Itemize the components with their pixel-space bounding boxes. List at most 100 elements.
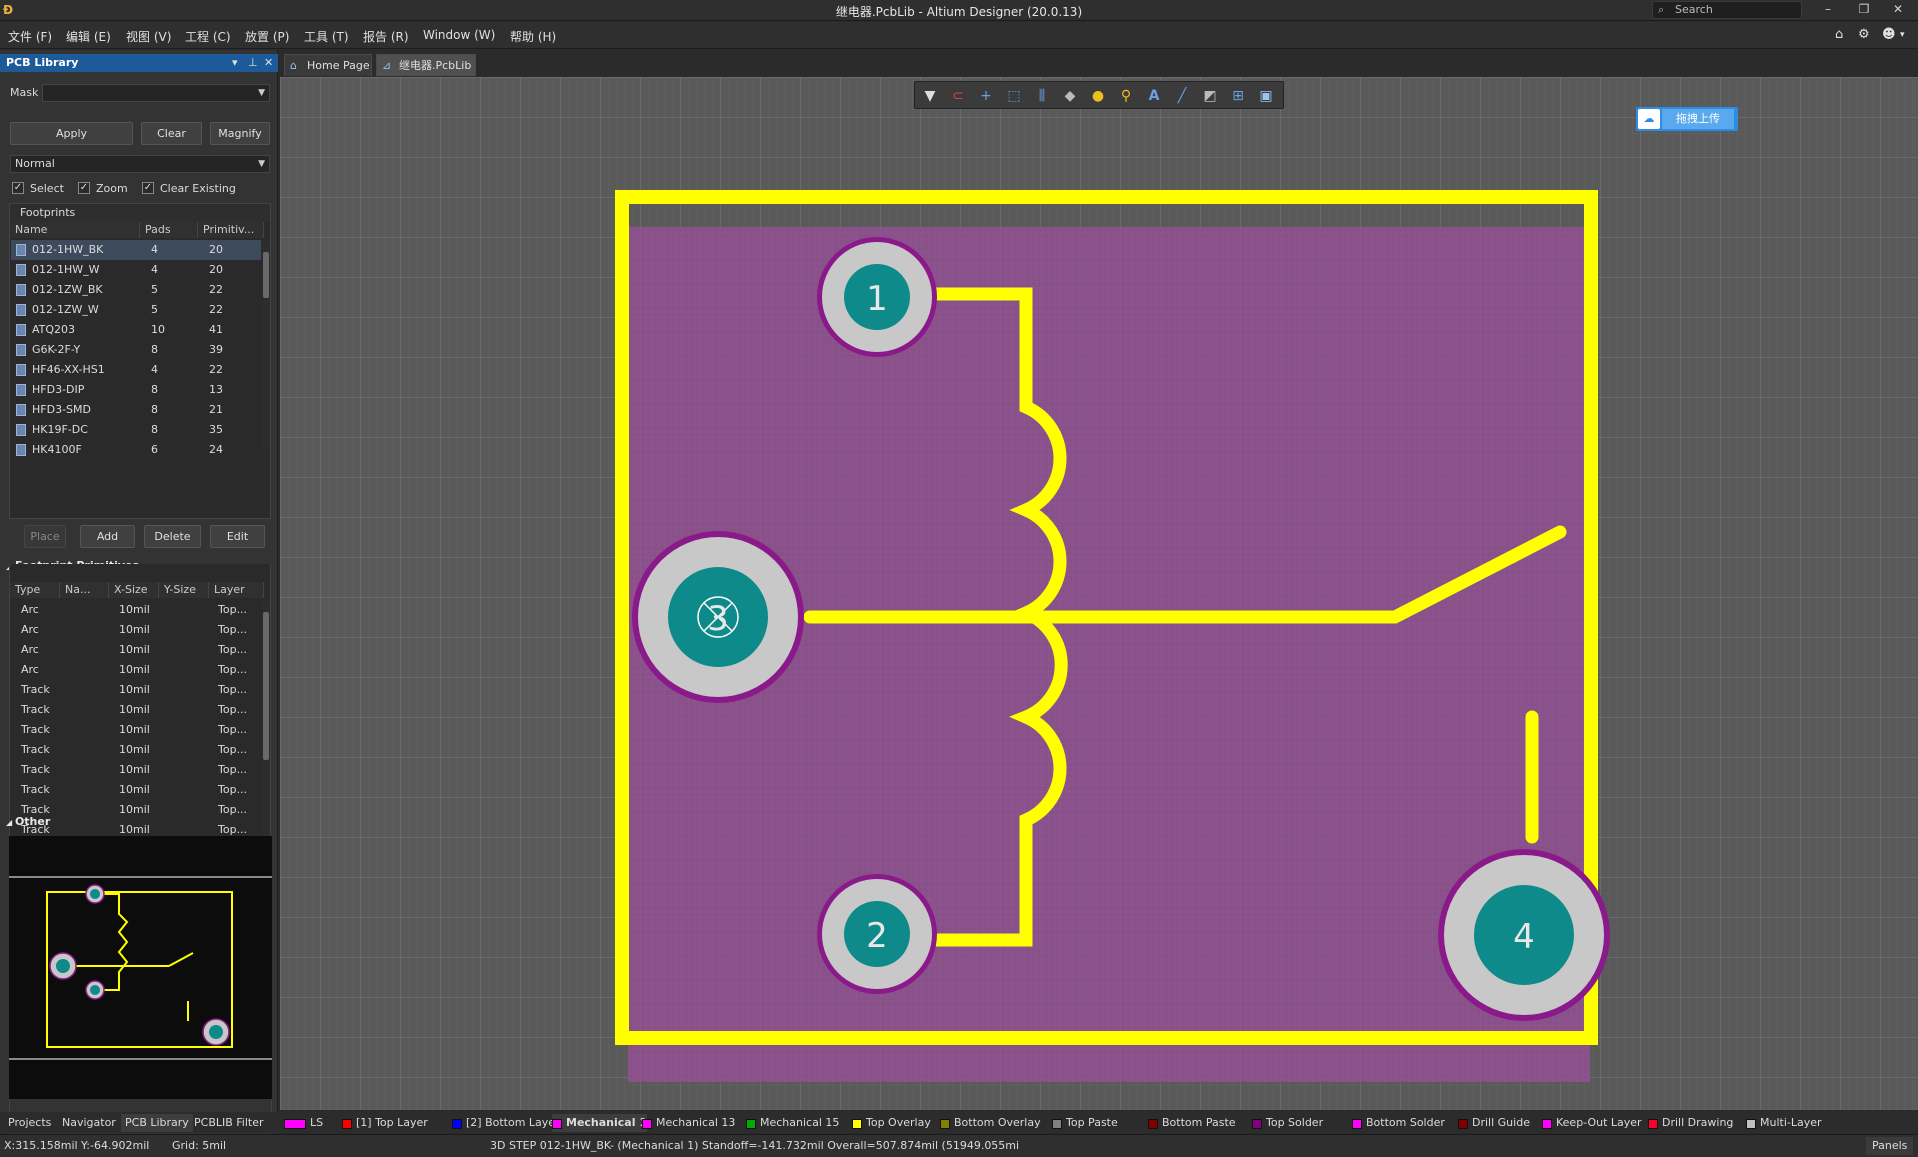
table-row[interactable]: HK4100F 6 24 — [11, 440, 261, 460]
table-row[interactable]: Arc 10mil Top... — [11, 620, 261, 640]
table-row[interactable]: Track 10mil Top... — [11, 780, 261, 800]
comp-icon[interactable]: ◆ — [1059, 86, 1081, 106]
panels-button[interactable]: Panels — [1866, 1137, 1914, 1155]
layer-tab[interactable]: LS — [284, 1114, 323, 1132]
search-box[interactable]: ⌕ Search — [1652, 1, 1802, 19]
table-row[interactable]: HFD3-DIP 8 13 — [11, 380, 261, 400]
menu-edit[interactable]: 编辑 (E) — [66, 28, 111, 45]
table-row[interactable]: 012-1ZW_BK 5 22 — [11, 280, 261, 300]
table-row[interactable]: HF46-XX-HS1 4 22 — [11, 360, 261, 380]
mask-input[interactable]: ▼ — [42, 84, 270, 102]
col-xsize[interactable]: X-Size — [109, 582, 159, 598]
mode-select[interactable]: Normal ▼ — [10, 155, 270, 173]
tab-pcblib[interactable]: ⊿ 继电器.PcbLib — [376, 54, 476, 76]
menu-help[interactable]: 帮助 (H) — [510, 28, 556, 45]
other-section[interactable]: ◢ Other — [6, 815, 50, 828]
pad-2[interactable]: 2 — [817, 874, 937, 994]
gear-icon[interactable]: ⚙ — [1858, 27, 1870, 42]
line-icon[interactable]: ╱ — [1171, 86, 1193, 106]
layer-tab[interactable]: Multi-Layer — [1746, 1114, 1822, 1132]
primitives-scrollbar[interactable] — [262, 600, 270, 844]
poly-icon[interactable]: ◩ — [1199, 86, 1221, 106]
menu-reports[interactable]: 报告 (R) — [363, 28, 409, 45]
table-row[interactable]: 012-1HW_BK 4 20 — [11, 240, 261, 260]
layer-tab[interactable]: Top Paste — [1052, 1114, 1118, 1132]
route-icon[interactable]: ⊂ — [947, 86, 969, 106]
col-layer[interactable]: Layer — [209, 582, 264, 598]
select-rect-icon[interactable]: ⬚ — [1003, 86, 1025, 106]
panel-menu-icon[interactable]: ▾ — [232, 54, 238, 72]
layer-tab[interactable]: [1] Top Layer — [342, 1114, 428, 1132]
menu-place[interactable]: 放置 (P) — [245, 28, 289, 45]
menu-view[interactable]: 视图 (V) — [126, 28, 171, 45]
3d-icon[interactable]: ▣ — [1255, 86, 1277, 106]
text-icon[interactable]: A — [1143, 86, 1165, 106]
panel-close-icon[interactable]: ✕ — [264, 54, 273, 72]
via-icon[interactable]: ⚲ — [1115, 86, 1137, 106]
table-row[interactable]: G6K-2F-Y 8 39 — [11, 340, 261, 360]
minimize-button[interactable]: – — [1818, 2, 1838, 18]
col-name[interactable]: Name — [10, 222, 140, 238]
table-row[interactable]: Arc 10mil Top... — [11, 660, 261, 680]
col-pads[interactable]: Pads — [140, 222, 198, 238]
layer-tab[interactable]: Bottom Overlay — [940, 1114, 1041, 1132]
layer-tab[interactable]: Top Solder — [1252, 1114, 1323, 1132]
table-row[interactable]: HFD3-SMD 8 21 — [11, 400, 261, 420]
zoom-checkbox[interactable]: ✓ — [78, 182, 90, 194]
table-row[interactable]: Track 10mil Top... — [11, 760, 261, 780]
apply-button[interactable]: Apply — [10, 122, 133, 145]
magnify-button[interactable]: Magnify — [210, 122, 270, 145]
layer-tab[interactable]: Bottom Solder — [1352, 1114, 1445, 1132]
table-row[interactable]: Arc 10mil Top... — [11, 640, 261, 660]
add-button[interactable]: Add — [80, 525, 135, 548]
tab-pcb-library[interactable]: PCB Library — [121, 1114, 193, 1132]
layer-tab[interactable]: Mechanical 1 — [552, 1114, 647, 1132]
select-checkbox[interactable]: ✓ — [12, 182, 24, 194]
menu-tools[interactable]: 工具 (T) — [304, 28, 349, 45]
edit-button[interactable]: Edit — [210, 525, 265, 548]
col-type[interactable]: Type — [10, 582, 60, 598]
pad-icon[interactable]: ● — [1087, 86, 1109, 106]
tab-home-page[interactable]: ⌂ Home Page — [284, 54, 372, 76]
layer-tab[interactable]: Keep-Out Layer — [1542, 1114, 1642, 1132]
pad-3[interactable]: 3 — [632, 531, 804, 703]
user-icon[interactable]: ☻ — [1882, 27, 1896, 42]
menu-project[interactable]: 工程 (C) — [185, 28, 231, 45]
table-row[interactable]: Arc 10mil Top... — [11, 600, 261, 620]
close-button[interactable]: ✕ — [1888, 2, 1908, 18]
delete-button[interactable]: Delete — [144, 525, 201, 548]
restore-button[interactable]: ❐ — [1854, 2, 1874, 18]
layer-tab[interactable]: [2] Bottom Layer — [452, 1114, 560, 1132]
col-ysize[interactable]: Y-Size — [159, 582, 209, 598]
layer-tab[interactable]: Bottom Paste — [1148, 1114, 1236, 1132]
table-row[interactable]: Track 10mil Top... — [11, 680, 261, 700]
layer-tab[interactable]: Mechanical 13 — [642, 1114, 735, 1132]
pin-icon[interactable]: ⊥ — [248, 54, 258, 72]
table-row[interactable]: Track 10mil Top... — [11, 720, 261, 740]
cross-icon[interactable]: + — [975, 86, 997, 106]
clear-existing-checkbox[interactable]: ✓ — [142, 182, 154, 194]
pad-1[interactable]: 1 — [817, 237, 937, 357]
tab-projects[interactable]: Projects — [4, 1114, 55, 1132]
footprint-scrollbar[interactable] — [262, 240, 270, 450]
col-name[interactable]: Na... — [60, 582, 109, 598]
layer-tab[interactable]: Top Overlay — [852, 1114, 931, 1132]
table-row[interactable]: 012-1HW_W 4 20 — [11, 260, 261, 280]
clear-button[interactable]: Clear — [141, 122, 202, 145]
layer-tab[interactable]: Drill Drawing — [1648, 1114, 1733, 1132]
user-dropdown-icon[interactable]: ▾ — [1900, 30, 1905, 40]
table-row[interactable]: 012-1ZW_W 5 22 — [11, 300, 261, 320]
tab-pcblib-filter[interactable]: PCBLIB Filter — [190, 1114, 268, 1132]
menu-window[interactable]: Window (W) — [423, 28, 495, 42]
table-row[interactable]: ATQ203 10 41 — [11, 320, 261, 340]
tab-navigator[interactable]: Navigator — [58, 1114, 120, 1132]
menu-file[interactable]: 文件 (F) — [8, 28, 52, 45]
scroll-thumb[interactable] — [263, 252, 269, 298]
table-row[interactable]: HK19F-DC 8 35 — [11, 420, 261, 440]
home-icon[interactable]: ⌂ — [1835, 27, 1843, 42]
layer-tab[interactable]: Drill Guide — [1458, 1114, 1530, 1132]
place-button[interactable]: Place — [24, 525, 66, 548]
col-primitives[interactable]: Primitiv... — [198, 222, 264, 238]
pad-4[interactable]: 4 — [1438, 849, 1610, 1021]
upload-widget[interactable]: ☁ 拖拽上传 — [1636, 107, 1738, 131]
